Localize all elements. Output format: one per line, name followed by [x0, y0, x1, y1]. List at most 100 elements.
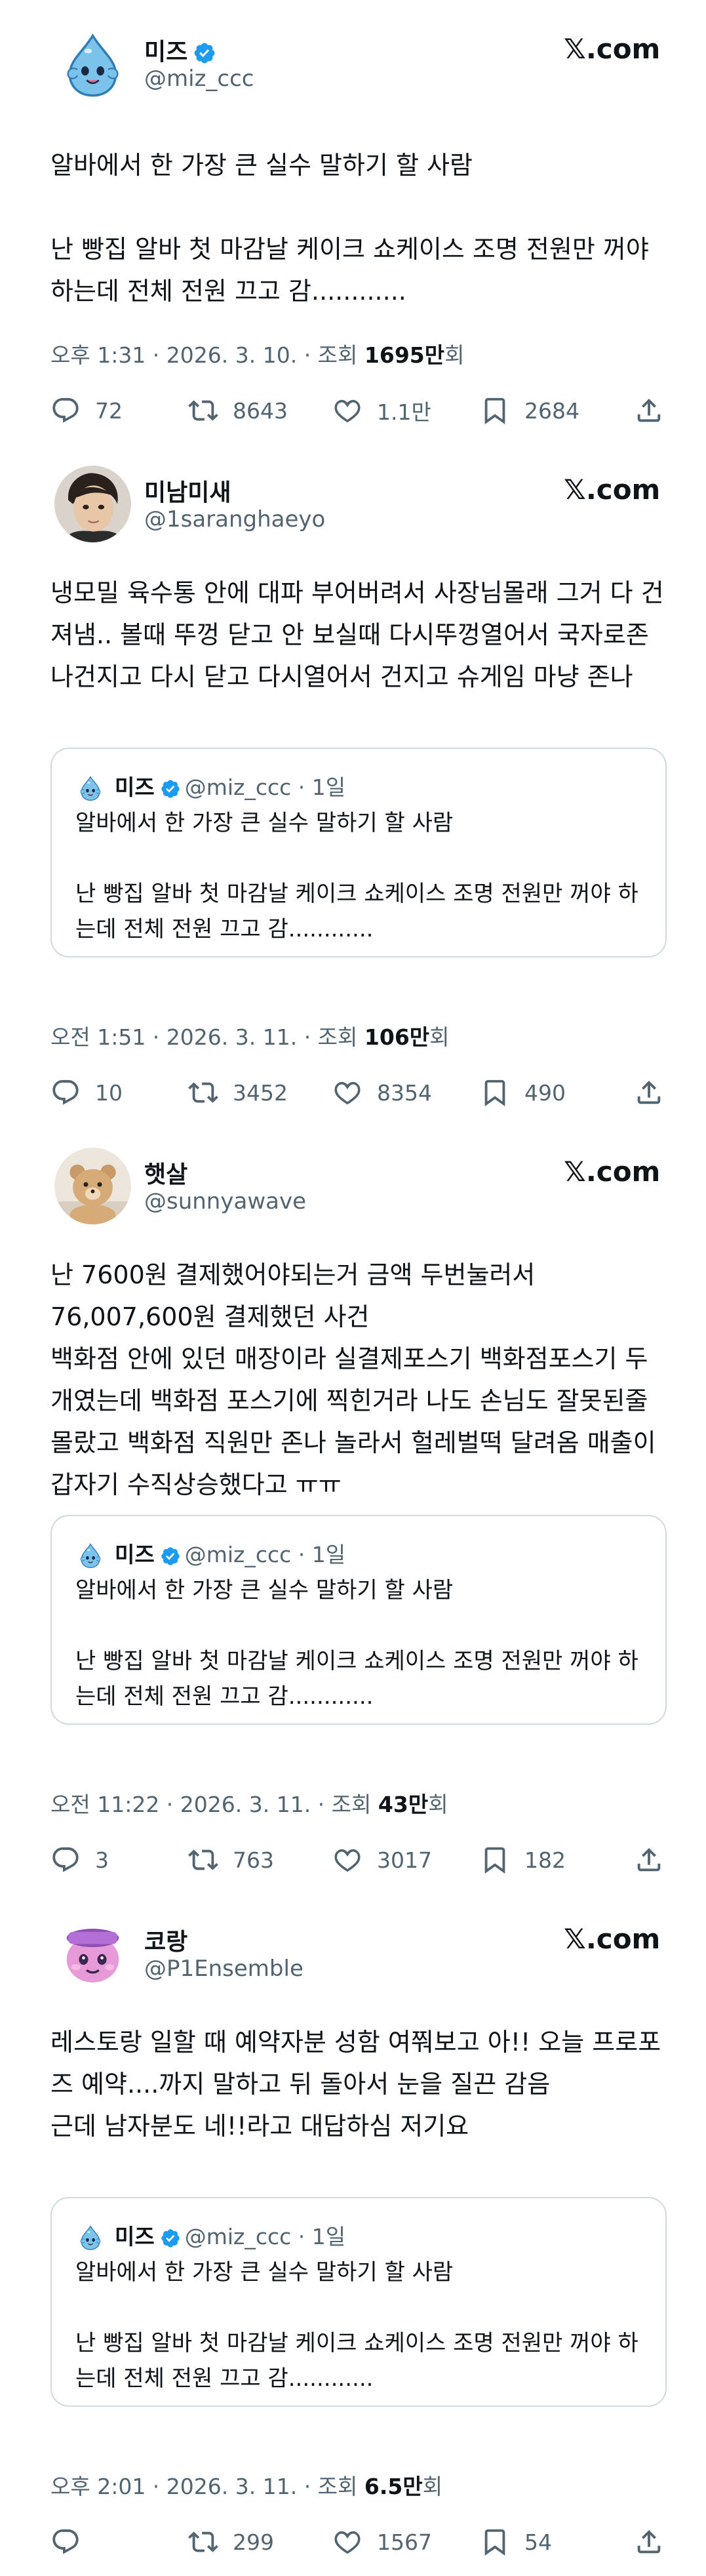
author-handle[interactable]: @P1Ensemble: [144, 1956, 304, 1982]
post-1: 미즈 @miz_ccc 𝕏.com 알바에서 한 가장 큰 실수 말하기 할 사…: [0, 0, 706, 459]
share-button[interactable]: [634, 1073, 664, 1112]
avatar[interactable]: [54, 1148, 131, 1224]
action-bar: 10 3452 8354 490: [50, 1073, 667, 1112]
post-meta: 오전 11:22 · 2026. 3. 11. · 조회 43만회: [50, 1787, 448, 1819]
share-button[interactable]: [634, 391, 664, 430]
post-time[interactable]: 오후 1:31 · 2026. 3. 10. · 조회: [50, 342, 364, 368]
teddy-bear-photo-icon: [54, 1148, 131, 1224]
retweet-button[interactable]: 3452: [188, 1073, 288, 1112]
droplet-character-icon: [75, 773, 106, 803]
verified-badge-icon: [193, 41, 216, 65]
author-name[interactable]: 미즈: [144, 33, 216, 67]
quote-header: 미즈 @miz_ccc · 1일: [115, 1537, 345, 1569]
pink-character-icon: [54, 1915, 131, 1992]
quoted-post[interactable]: 미즈 @miz_ccc · 1일 알바에서 한 가장 큰 실수 말하기 할 사람 …: [50, 2197, 667, 2407]
bookmark-icon: [480, 2527, 510, 2557]
heart-icon: [332, 1845, 363, 1875]
avatar[interactable]: [54, 25, 131, 102]
reply-button[interactable]: 3: [50, 1840, 109, 1880]
quote-handle: @miz_ccc · 1일: [184, 775, 346, 800]
share-icon: [634, 2527, 664, 2557]
author-name[interactable]: 코랑: [144, 1923, 187, 1957]
retweet-count: 299: [233, 2529, 274, 2555]
quote-avatar: [75, 1540, 106, 1570]
author-name[interactable]: 미남미새: [144, 473, 231, 508]
quote-author-name: 미즈: [115, 775, 155, 800]
post-3: 햇살 @sunnyawave 𝕏.com 난 7600원 결제했어야되는거 금액…: [0, 1141, 706, 1908]
avatar[interactable]: [54, 1915, 131, 1992]
droplet-character-icon: [54, 25, 131, 102]
bookmark-icon: [480, 1845, 510, 1875]
bookmark-count: 490: [524, 1079, 566, 1106]
post-meta: 오전 1:51 · 2026. 3. 11. · 조회 106만회: [50, 1020, 450, 1051]
post-meta: 오후 1:31 · 2026. 3. 10. · 조회 1695만회: [50, 338, 464, 369]
like-button[interactable]: 3017: [332, 1840, 432, 1880]
author-handle[interactable]: @1saranghaeyo: [144, 506, 325, 533]
retweet-count: 763: [233, 1847, 274, 1873]
like-button[interactable]: 1.1만: [332, 391, 431, 430]
bookmark-count: 182: [524, 1847, 566, 1873]
action-bar: 3 763 3017 182: [50, 1840, 667, 1880]
post-time[interactable]: 오전 11:22 · 2026. 3. 11. · 조회: [50, 1792, 378, 1817]
bookmark-button[interactable]: 54: [480, 2522, 552, 2562]
share-button[interactable]: [634, 2522, 664, 2562]
bookmark-button[interactable]: 2684: [480, 391, 579, 430]
quoted-post[interactable]: 미즈 @miz_ccc · 1일 알바에서 한 가장 큰 실수 말하기 할 사람 …: [50, 748, 667, 957]
post-meta: 오후 2:01 · 2026. 3. 11. · 조회 6.5만회: [50, 2469, 442, 2501]
retweet-icon: [188, 395, 218, 426]
retweet-count: 8643: [233, 397, 288, 424]
reply-button[interactable]: 72: [50, 391, 123, 430]
verified-badge-icon: [160, 778, 181, 799]
avatar[interactable]: [54, 466, 131, 542]
retweet-button[interactable]: 8643: [188, 391, 288, 430]
share-button[interactable]: [634, 1840, 664, 1880]
quote-text: 알바에서 한 가장 큰 실수 말하기 할 사람 난 빵집 알바 첫 마감날 케이…: [75, 810, 638, 942]
reply-button[interactable]: 10: [50, 1073, 123, 1112]
view-suffix: 회: [429, 1024, 450, 1050]
reply-button[interactable]: [50, 2522, 95, 2562]
like-count: 1.1만: [377, 399, 431, 425]
share-icon: [634, 1845, 664, 1875]
droplet-character-icon: [75, 2222, 106, 2252]
x-logo-icon: 𝕏.com: [564, 1156, 661, 1188]
x-logo-icon: 𝕏.com: [564, 33, 661, 65]
reply-icon: [50, 395, 81, 426]
like-count: 8354: [377, 1079, 432, 1106]
post-text: 알바에서 한 가장 큰 실수 말하기 할 사람 난 빵집 알바 첫 마감날 케이…: [50, 151, 649, 306]
heart-icon: [332, 1077, 363, 1108]
post-time[interactable]: 오전 1:51 · 2026. 3. 11. · 조회: [50, 1024, 364, 1050]
quote-text: 알바에서 한 가장 큰 실수 말하기 할 사람 난 빵집 알바 첫 마감날 케이…: [75, 1577, 638, 1710]
share-icon: [634, 395, 664, 426]
post-2: 미남미새 @1saranghaeyo 𝕏.com 냉모밀 육수통 안에 대파 부…: [0, 459, 706, 1141]
bookmark-button[interactable]: 182: [480, 1840, 566, 1880]
quote-handle: @miz_ccc · 1일: [184, 1542, 346, 1567]
like-count: 1567: [377, 2529, 432, 2555]
like-button[interactable]: 8354: [332, 1073, 432, 1112]
author-name[interactable]: 햇살: [144, 1156, 187, 1190]
author-handle[interactable]: @sunnyawave: [144, 1188, 306, 1215]
like-button[interactable]: 1567: [332, 2522, 432, 2562]
retweet-button[interactable]: 763: [188, 1840, 274, 1880]
view-suffix: 회: [444, 342, 465, 368]
bookmark-icon: [480, 1077, 510, 1108]
quoted-post[interactable]: 미즈 @miz_ccc · 1일 알바에서 한 가장 큰 실수 말하기 할 사람 …: [50, 1515, 667, 1725]
like-count: 3017: [377, 1847, 432, 1873]
reply-icon: [50, 1077, 81, 1108]
x-logo-icon: 𝕏.com: [564, 1923, 661, 1955]
quote-text: 알바에서 한 가장 큰 실수 말하기 할 사람 난 빵집 알바 첫 마감날 케이…: [75, 2259, 638, 2392]
post-text: 난 7600원 결제했어야되는거 금액 두번눌러서 76,007,600원 결제…: [50, 1260, 656, 1499]
quote-header: 미즈 @miz_ccc · 1일: [115, 2219, 345, 2251]
author-handle[interactable]: @miz_ccc: [144, 66, 254, 92]
reply-count: 3: [95, 1847, 109, 1873]
retweet-button[interactable]: 299: [188, 2522, 274, 2562]
view-suffix: 회: [422, 2474, 443, 2499]
quote-author-name: 미즈: [115, 1542, 155, 1567]
action-bar: 72 8643 1.1만 2684: [50, 391, 667, 430]
view-count: 1695만: [364, 342, 445, 368]
quote-handle: @miz_ccc · 1일: [184, 2224, 346, 2249]
bookmark-button[interactable]: 490: [480, 1073, 566, 1112]
post-time[interactable]: 오후 2:01 · 2026. 3. 11. · 조회: [50, 2474, 364, 2499]
retweet-count: 3452: [233, 1079, 288, 1106]
x-logo-icon: 𝕏.com: [564, 473, 661, 506]
share-icon: [634, 1077, 664, 1108]
